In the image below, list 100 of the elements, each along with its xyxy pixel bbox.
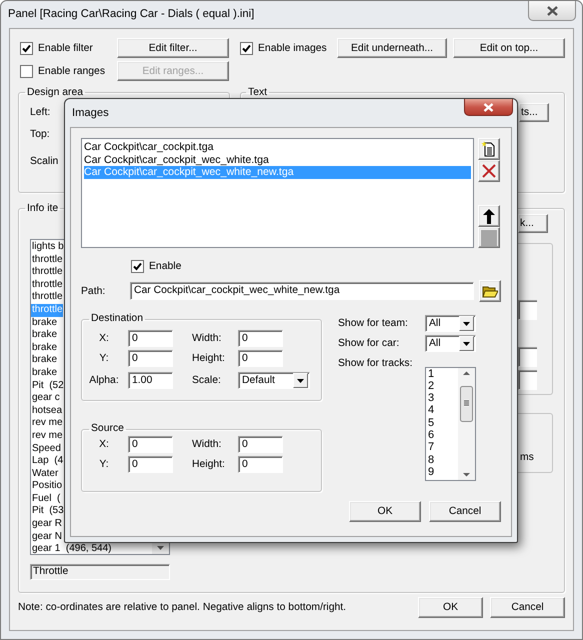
checkbox-label: Enable filter xyxy=(38,42,93,54)
blank-button[interactable] xyxy=(478,227,500,248)
item-options-button[interactable]: k... xyxy=(518,214,548,233)
info-list-item[interactable]: gear N xyxy=(31,530,63,544)
input-field[interactable]: 0 xyxy=(238,350,283,367)
info-list-item[interactable]: Lap (4 xyxy=(31,455,64,468)
info-list-item[interactable]: brake xyxy=(31,316,63,330)
window-title: Panel [Racing Car\Racing Car - Dials ( equal ).ini] xyxy=(8,8,254,20)
info-list-item[interactable]: brake xyxy=(31,329,63,342)
track-list-item[interactable]: 2 xyxy=(426,380,458,392)
checkbox-label: Enable ranges xyxy=(38,66,106,76)
track-list-item[interactable]: 5 xyxy=(426,416,458,429)
field-label: Top: xyxy=(30,128,50,142)
car-dropdown[interactable]: All xyxy=(425,335,476,352)
close-button[interactable] xyxy=(464,99,513,116)
track-list-item[interactable]: 4 xyxy=(426,404,458,417)
field-label: Height: xyxy=(192,353,226,364)
file-list-item[interactable]: Car Cockpit\car_cockpit.tga xyxy=(84,141,471,154)
checkbox[interactable] xyxy=(20,42,33,54)
input-field[interactable]: 0 xyxy=(238,436,283,453)
field-label: Scale: xyxy=(192,375,222,386)
track-list-item[interactable]: 8 xyxy=(426,454,458,466)
edit-filter-button[interactable]: Edit filter... xyxy=(117,38,229,58)
input-field[interactable]: 0 xyxy=(128,436,173,453)
input-field[interactable]: 0 xyxy=(128,456,173,473)
checkbox[interactable] xyxy=(240,42,253,54)
input-field[interactable] xyxy=(518,300,537,320)
field-label: Y: xyxy=(98,459,110,470)
path-label: Path: xyxy=(81,286,106,296)
new-file-button[interactable] xyxy=(478,138,500,160)
info-list-item[interactable]: rev me xyxy=(31,417,63,430)
field-label: Show for team: xyxy=(338,318,409,329)
path-field[interactable]: Car Cockpit\car_cockpit_wec_white_new.tga xyxy=(130,282,474,300)
input-field[interactable]: 1.00 xyxy=(128,372,173,389)
info-list-item[interactable]: Pit (52 xyxy=(31,380,64,392)
file-list-item[interactable]: Car Cockpit\car_cockpit_wec_white.tga xyxy=(84,154,471,166)
info-list-item[interactable]: throttle xyxy=(31,266,63,279)
input-field[interactable] xyxy=(518,370,537,390)
track-list-item[interactable]: 7 xyxy=(426,441,458,454)
group-title: Destination xyxy=(90,313,144,325)
info-list-item[interactable]: Positio xyxy=(31,480,63,493)
info-list-item[interactable]: throttle xyxy=(31,291,63,304)
up-arrow-icon xyxy=(483,208,495,224)
info-list-item[interactable]: gear 1 (496, 544) xyxy=(31,543,112,556)
name-field[interactable]: Throttle xyxy=(30,564,170,580)
info-list-item[interactable]: gear R xyxy=(31,518,63,531)
ok-button[interactable]: OK xyxy=(349,501,421,522)
group-title: Text xyxy=(247,87,268,98)
delete-button[interactable] xyxy=(478,160,500,182)
team-dropdown[interactable]: All xyxy=(425,315,476,332)
checkbox-label: Enable xyxy=(149,261,182,272)
edit-on-top-button[interactable]: Edit on top... xyxy=(453,38,565,58)
info-list-item[interactable]: lights b xyxy=(31,241,64,254)
text-options-button[interactable]: ts... xyxy=(519,103,549,122)
field-label: Width: xyxy=(192,439,222,450)
note-text: Note: co-ordinates are relative to panel. Negative aligns to bottom/right. xyxy=(18,602,346,613)
checkbox-label: Enable images xyxy=(258,42,327,54)
checkbox[interactable] xyxy=(20,64,33,78)
file-list[interactable]: Car Cockpit\car_cockpit.tga Car Cockpit\car_cockpit_wec_white.tga Car Cockpit\car_cockpit_wec_white_new.tga xyxy=(81,138,474,248)
dialog-title: Images xyxy=(72,107,109,119)
scroll-down-icon xyxy=(157,546,164,550)
close-button[interactable] xyxy=(528,1,576,21)
track-list-item[interactable]: 9 xyxy=(426,466,458,478)
info-list-item[interactable]: rev me xyxy=(31,430,63,442)
info-list-item[interactable]: throttle xyxy=(31,278,63,292)
track-list-item[interactable]: 3 xyxy=(426,392,458,404)
info-list-item[interactable]: Fuel ( xyxy=(31,492,63,506)
info-list-item[interactable]: Speed xyxy=(31,442,63,456)
info-list-item[interactable]: gear c xyxy=(31,392,63,405)
delete-icon xyxy=(482,164,496,178)
scale-dropdown[interactable]: Default xyxy=(238,372,310,389)
info-list-item[interactable]: Water xyxy=(31,468,63,480)
info-list-item[interactable]: brake xyxy=(31,342,63,354)
info-list-item[interactable]: Pit (53 xyxy=(31,505,64,518)
field-label: Show for tracks: xyxy=(338,358,414,369)
input-field[interactable]: 0 xyxy=(128,330,173,347)
edit-underneath-button[interactable]: Edit underneath... xyxy=(337,38,447,58)
input-field[interactable] xyxy=(518,347,537,367)
browse-button[interactable] xyxy=(479,280,501,302)
close-icon xyxy=(546,6,558,16)
input-field[interactable]: 0 xyxy=(238,330,283,347)
field-label: Width: xyxy=(192,333,222,344)
cancel-button[interactable]: Cancel xyxy=(490,597,565,618)
cancel-button[interactable]: Cancel xyxy=(429,501,501,522)
info-list-item[interactable]: brake xyxy=(31,354,63,367)
move-up-button[interactable] xyxy=(478,205,500,227)
info-list-item[interactable]: hotsea xyxy=(31,404,63,418)
track-list-item[interactable]: 6 xyxy=(426,428,458,442)
checkbox[interactable] xyxy=(131,260,144,273)
info-list-item[interactable]: brake xyxy=(31,366,63,380)
input-field[interactable]: 0 xyxy=(238,456,283,473)
input-field[interactable]: 0 xyxy=(128,350,173,367)
ok-button[interactable]: OK xyxy=(418,597,483,618)
caret-icon xyxy=(297,378,304,382)
field-label: Height: xyxy=(192,459,226,470)
group-title: Design area xyxy=(26,87,84,98)
info-list-item[interactable]: throttle xyxy=(31,254,63,266)
field-label: Show for car: xyxy=(338,338,400,349)
track-list-item[interactable]: 1 xyxy=(426,368,458,380)
square-icon xyxy=(481,230,497,246)
